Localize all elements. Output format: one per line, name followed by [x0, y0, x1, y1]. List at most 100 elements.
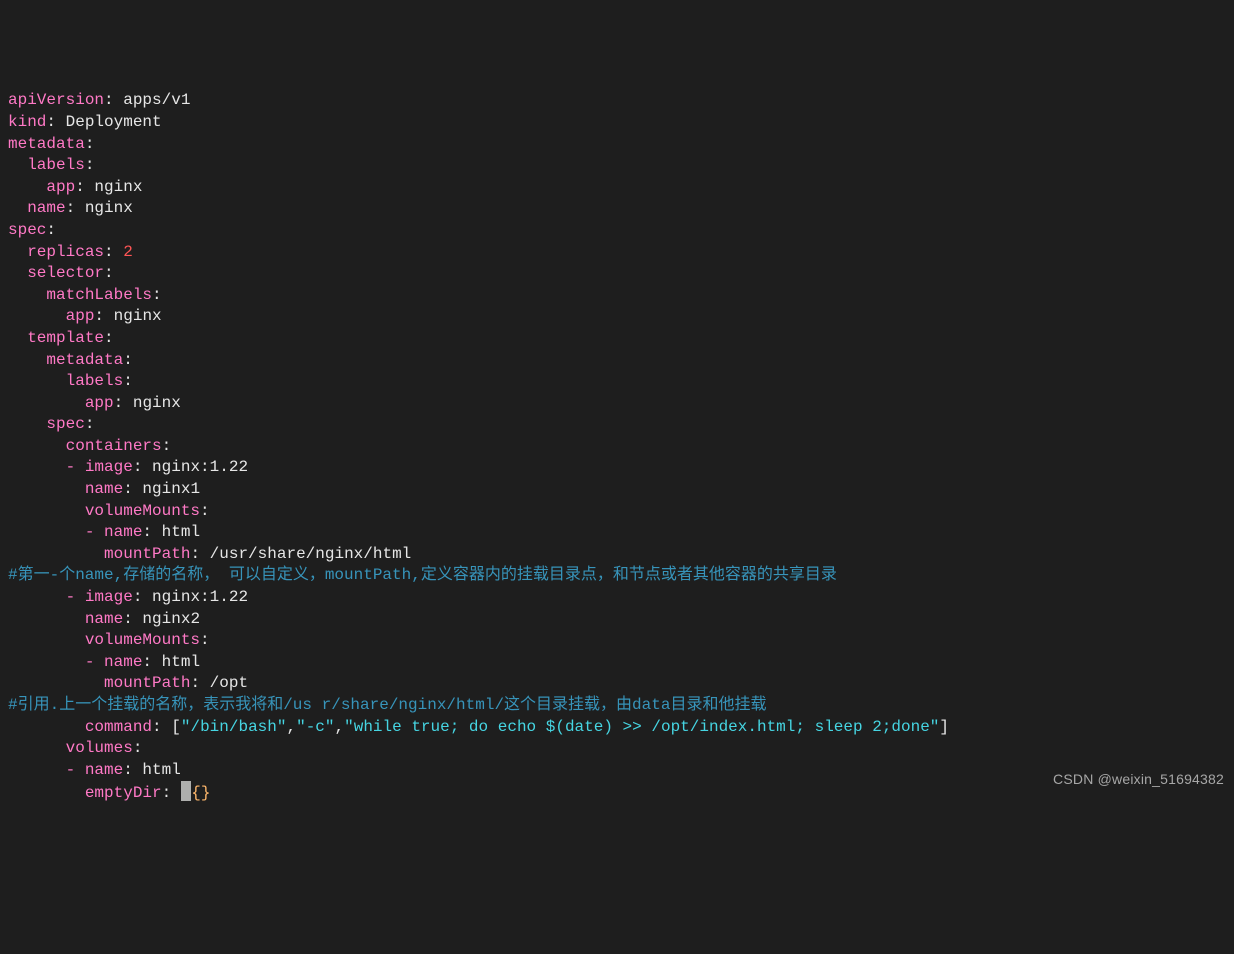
yaml-value: /usr/share/nginx/html	[200, 545, 411, 563]
code-line: - image: nginx:1.22	[8, 458, 248, 476]
indent	[8, 415, 46, 433]
dash: -	[66, 588, 85, 606]
code-line: #第一-个name,存储的名称， 可以自定义，mountPath,定义容器内的挂…	[8, 566, 837, 584]
colon: :	[133, 739, 143, 757]
space	[162, 718, 172, 736]
code-line: kind: Deployment	[8, 113, 162, 131]
colon: :	[142, 653, 152, 671]
indent	[8, 502, 85, 520]
yaml-key: selector	[27, 264, 104, 282]
indent	[8, 264, 27, 282]
indent	[8, 480, 85, 498]
code-line: selector:	[8, 264, 114, 282]
comma: ,	[335, 718, 345, 736]
indent	[8, 610, 85, 628]
code-line: mountPath: /usr/share/nginx/html	[8, 545, 411, 563]
code-line: - name: html	[8, 653, 200, 671]
colon: :	[200, 631, 210, 649]
yaml-key: name	[104, 653, 142, 671]
colon: :	[104, 264, 114, 282]
yaml-value: apps/v1	[114, 91, 191, 109]
indent	[8, 761, 66, 779]
string: "/bin/bash"	[181, 718, 287, 736]
code-line: name: nginx2	[8, 610, 200, 628]
code-line: matchLabels:	[8, 286, 162, 304]
code-line: #引用.上一个挂载的名称，表示我将和/us r/share/nginx/html…	[8, 696, 766, 714]
code-line: - name: html	[8, 523, 200, 541]
code-line: mountPath: /opt	[8, 674, 248, 692]
code-line: name: nginx	[8, 199, 133, 217]
yaml-key: metadata	[46, 351, 123, 369]
yaml-key: volumeMounts	[85, 502, 200, 520]
yaml-value: /opt	[200, 674, 248, 692]
bracket-close: ]	[939, 718, 949, 736]
yaml-key: name	[85, 480, 123, 498]
yaml-value: Deployment	[56, 113, 162, 131]
yaml-value: {}	[191, 784, 210, 802]
indent	[8, 351, 46, 369]
yaml-key: metadata	[8, 135, 85, 153]
indent	[8, 674, 104, 692]
yaml-key: spec	[46, 415, 84, 433]
bracket-open: [	[171, 718, 181, 736]
yaml-key: name	[85, 761, 123, 779]
colon: :	[104, 243, 114, 261]
yaml-key: apiVersion	[8, 91, 104, 109]
colon: :	[190, 545, 200, 563]
yaml-key: name	[104, 523, 142, 541]
yaml-value: nginx:1.22	[142, 458, 248, 476]
yaml-value: html	[152, 653, 200, 671]
indent	[8, 437, 66, 455]
code-line: spec:	[8, 221, 56, 239]
dash: -	[66, 761, 85, 779]
yaml-key: spec	[8, 221, 46, 239]
yaml-value: 2	[114, 243, 133, 261]
code-line: app: nginx	[8, 178, 142, 196]
yaml-key: name	[85, 610, 123, 628]
indent	[8, 718, 85, 736]
indent	[8, 394, 85, 412]
code-line: app: nginx	[8, 307, 162, 325]
comment: #第一-个name,存储的名称， 可以自定义，mountPath,定义容器内的挂…	[8, 566, 837, 584]
comma: ,	[286, 718, 296, 736]
code-line: spec:	[8, 415, 94, 433]
colon: :	[123, 351, 133, 369]
colon: :	[85, 135, 95, 153]
yaml-key: containers	[66, 437, 162, 455]
yaml-value: nginx:1.22	[142, 588, 248, 606]
yaml-key: volumes	[66, 739, 133, 757]
code-line: name: nginx1	[8, 480, 200, 498]
code-line: app: nginx	[8, 394, 181, 412]
indent	[8, 329, 27, 347]
dash: -	[85, 523, 104, 541]
colon: :	[190, 674, 200, 692]
indent	[8, 739, 66, 757]
colon: :	[114, 394, 124, 412]
code-line: containers:	[8, 437, 171, 455]
yaml-value: nginx	[75, 199, 133, 217]
code-block: apiVersion: apps/v1 kind: Deployment met…	[8, 90, 1226, 805]
yaml-key: volumeMounts	[85, 631, 200, 649]
colon: :	[133, 588, 143, 606]
yaml-value: nginx	[123, 394, 181, 412]
colon: :	[123, 480, 133, 498]
yaml-key: app	[85, 394, 114, 412]
yaml-key: matchLabels	[46, 286, 152, 304]
colon: :	[152, 286, 162, 304]
code-line: labels:	[8, 156, 94, 174]
indent	[8, 631, 85, 649]
yaml-key: image	[85, 458, 133, 476]
colon: :	[94, 307, 104, 325]
dash: -	[85, 653, 104, 671]
code-line: volumes:	[8, 739, 142, 757]
yaml-key: replicas	[27, 243, 104, 261]
dash: -	[66, 458, 85, 476]
colon: :	[200, 502, 210, 520]
colon: :	[66, 199, 76, 217]
colon: :	[85, 415, 95, 433]
yaml-key: image	[85, 588, 133, 606]
code-line: emptyDir: {}	[8, 784, 210, 802]
code-line: template:	[8, 329, 114, 347]
comment: #引用.上一个挂载的名称，表示我将和/us r/share/nginx/html…	[8, 696, 766, 714]
code-line: replicas: 2	[8, 243, 133, 261]
